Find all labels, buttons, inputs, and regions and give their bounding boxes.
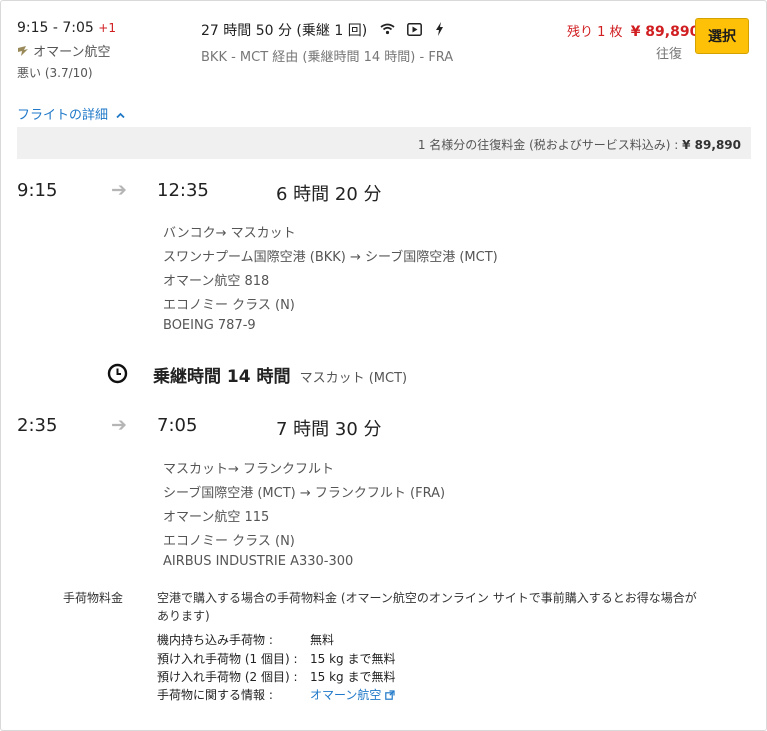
route-summary: BKK - MCT 経由 (乗継時間 14 時間) - FRA bbox=[201, 50, 454, 65]
segment-1-arrive: 12:35 bbox=[157, 180, 209, 201]
segment-1-aircraft: BOEING 787-9 bbox=[163, 318, 256, 333]
segment-2-cities: マスカット→ フランクフルト bbox=[163, 462, 335, 477]
duration-summary: 27 時間 50 分 (乗継 1 回) bbox=[201, 23, 368, 39]
segment-1-flight-number: オマーン航空 818 bbox=[163, 274, 270, 289]
segment-2-duration: 7 時間 30 分 bbox=[276, 419, 382, 440]
flight-result-card: 9:15 - 7:05 +1 オマーン航空 悪い (3.7/10) 27 時間 … bbox=[0, 0, 767, 731]
day-offset: +1 bbox=[98, 21, 116, 35]
flight-details-label: フライトの詳細 bbox=[17, 108, 109, 123]
baggage-info-link[interactable]: オマーン航空 bbox=[310, 686, 395, 703]
price-summary: 1 名様分の往復料金 (税およびサービス料込み) : ¥ 89,890 bbox=[418, 136, 741, 153]
trip-type: 往復 bbox=[656, 47, 683, 62]
airline-name: オマーン航空 bbox=[33, 45, 111, 60]
baggage-note-line2: あります) bbox=[157, 609, 210, 623]
segment-2-aircraft: AIRBUS INDUSTRIE A330-300 bbox=[163, 554, 354, 569]
seats-left: 残り 1 枚 bbox=[567, 25, 623, 40]
segment-2-arrive: 7:05 bbox=[157, 415, 198, 436]
flight-details-toggle[interactable]: フライトの詳細 bbox=[17, 104, 125, 123]
segment-2-airports: シーブ国際空港 (MCT) → フランクフルト (FRA) bbox=[163, 486, 446, 501]
airline-row: オマーン航空 bbox=[17, 41, 111, 61]
baggage-value: 無料 bbox=[310, 633, 335, 647]
segment-1-depart: 9:15 bbox=[17, 180, 58, 201]
baggage-label: 手荷物に関する情報 : bbox=[157, 688, 273, 702]
wifi-icon bbox=[380, 23, 395, 39]
segment-1-airports: スワンナプーム国際空港 (BKK) → シーブ国際空港 (MCT) bbox=[163, 250, 498, 265]
rating: 悪い (3.7/10) bbox=[17, 66, 93, 80]
select-button[interactable]: 選択 bbox=[695, 18, 749, 54]
segment-1-duration: 6 時間 20 分 bbox=[276, 184, 382, 205]
layover-row: 乗継時間 14 時間 マスカット (MCT) bbox=[153, 362, 407, 387]
baggage-label: 預け入れ手荷物 (2 個目) : bbox=[157, 670, 298, 684]
segment-2-cabin-class: エコノミー クラス (N) bbox=[163, 534, 295, 549]
baggage-info-link-text: オマーン航空 bbox=[310, 688, 382, 702]
power-icon bbox=[435, 22, 444, 40]
baggage-value: 15 kg まで無料 bbox=[310, 652, 396, 666]
arrow-right-icon: ➔ bbox=[111, 414, 127, 436]
airline-logo-icon bbox=[17, 45, 29, 61]
arrow-right-icon: ➔ bbox=[111, 179, 127, 201]
chevron-up-icon bbox=[116, 108, 125, 123]
duration-summary-row: 27 時間 50 分 (乗継 1 回) bbox=[201, 20, 444, 40]
segment-1-cabin-class: エコノミー クラス (N) bbox=[163, 298, 295, 313]
price-row: 残り 1 枚 ¥ 89,890 bbox=[567, 21, 699, 40]
baggage-row-info: 手荷物に関する情報 : bbox=[157, 686, 273, 703]
header-price: ¥ 89,890 bbox=[630, 24, 700, 40]
price-summary-bar: 1 名様分の往復料金 (税およびサービス料込み) : ¥ 89,890 bbox=[17, 127, 751, 159]
segment-1-cities: バンコク→ マスカット bbox=[163, 226, 296, 241]
segment-2-flight-number: オマーン航空 115 bbox=[163, 510, 270, 525]
layover-title: 乗継時間 14 時間 bbox=[153, 367, 291, 387]
baggage-row-checked-1: 預け入れ手荷物 (1 個目) : bbox=[157, 650, 298, 667]
baggage-label: 機内持ち込み手荷物 : bbox=[157, 633, 273, 647]
baggage-row-carry-on: 機内持ち込み手荷物 : bbox=[157, 631, 273, 648]
baggage-label: 預け入れ手荷物 (1 個目) : bbox=[157, 652, 298, 666]
segment-2-depart: 2:35 bbox=[17, 415, 58, 436]
time-range: 9:15 - 7:05 +1 bbox=[17, 20, 116, 36]
baggage-heading: 手荷物料金 bbox=[63, 591, 124, 605]
time-range-text: 9:15 - 7:05 bbox=[17, 20, 94, 36]
baggage-row-checked-2: 預け入れ手荷物 (2 個目) : bbox=[157, 668, 298, 685]
layover-place: マスカット (MCT) bbox=[299, 371, 408, 386]
clock-icon bbox=[107, 363, 128, 388]
price-summary-value: ¥ 89,890 bbox=[682, 138, 741, 152]
price-summary-label: 1 名様分の往復料金 (税およびサービス料込み) : bbox=[417, 138, 679, 152]
baggage-note-line1: 空港で購入する場合の手荷物料金 (オマーン航空のオンライン サイトで事前購入する… bbox=[157, 591, 697, 605]
baggage-value: 15 kg まで無料 bbox=[310, 670, 396, 684]
external-link-icon bbox=[385, 689, 395, 703]
video-icon bbox=[407, 22, 423, 40]
